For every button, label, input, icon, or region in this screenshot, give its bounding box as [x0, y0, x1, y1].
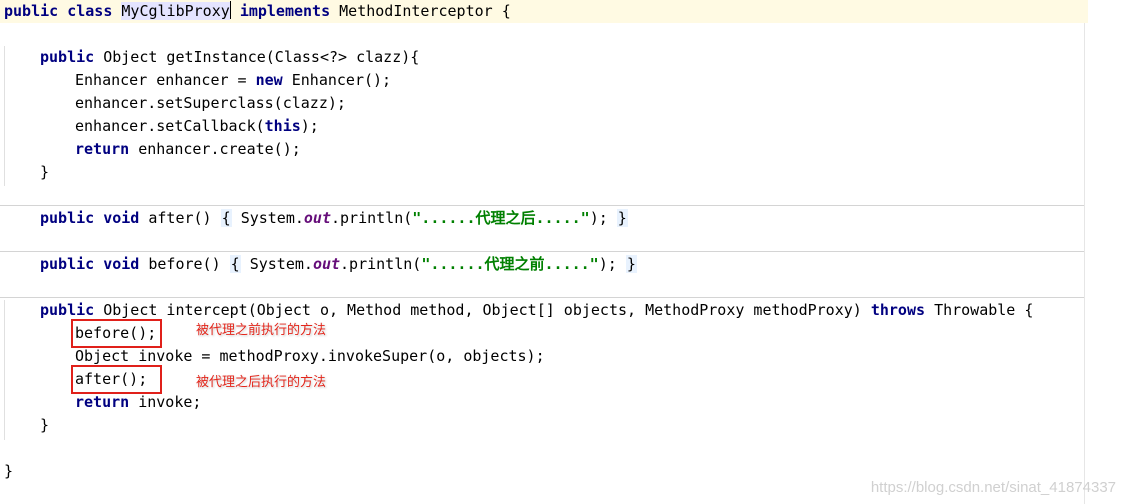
highlight-box-after [71, 365, 162, 394]
code-text: ); [598, 255, 617, 273]
method-name: after() [148, 209, 212, 227]
keyword: void [103, 209, 140, 227]
method-separator [0, 205, 1084, 206]
code-text: } [4, 462, 14, 480]
keyword: return [75, 140, 130, 158]
method-separator [0, 297, 1084, 298]
code-line[interactable]: enhancer.setCallback(this); [0, 115, 1126, 138]
code-line[interactable]: Object invoke = methodProxy.invokeSuper(… [0, 345, 1126, 368]
static-field: out [303, 209, 331, 227]
code-line-class-declaration[interactable]: public class MyCglibProxy implements Met… [0, 0, 1088, 23]
code-text: System. [249, 255, 313, 273]
code-text: invoke; [138, 393, 202, 411]
keyword: public [40, 48, 95, 66]
code-line-after-method[interactable]: public void after() { System.out.println… [0, 207, 1124, 230]
code-text: .println( [340, 255, 422, 273]
highlight-box-before [71, 319, 162, 348]
code-line-intercept-method[interactable]: public Object intercept(Object o, Method… [0, 299, 1124, 322]
code-line-after-call[interactable]: after(); [0, 368, 1126, 391]
keyword: new [255, 71, 283, 89]
folded-brace[interactable]: } [625, 255, 637, 273]
method-signature: Object intercept(Object o, Method method… [103, 301, 862, 319]
code-line[interactable]: Enhancer enhancer = new Enhancer(); [0, 69, 1126, 92]
code-line-before-call[interactable]: before(); [0, 322, 1126, 345]
method-separator [0, 251, 1084, 252]
keyword: throws [870, 301, 926, 319]
annotation-after: 被代理之后执行的方法 [196, 375, 327, 390]
code-text: .println( [331, 209, 413, 227]
text-caret [229, 1, 231, 19]
keyword: class [67, 2, 113, 20]
keyword: implements [239, 2, 331, 20]
code-line[interactable]: } [0, 161, 1124, 184]
code-text: ); [589, 209, 608, 227]
code-line-before-method[interactable]: public void before() { System.out.printl… [0, 253, 1124, 276]
folded-brace[interactable]: } [616, 209, 628, 227]
class-name[interactable]: MyCglibProxy [121, 2, 230, 20]
code-text: Throwable { [934, 301, 1034, 319]
code-text: Enhancer(); [291, 71, 392, 89]
code-text: System. [240, 209, 304, 227]
code-line-getinstance[interactable]: public Object getInstance(Class<?> clazz… [0, 46, 1124, 69]
code-text: Object invoke = methodProxy.invokeSuper(… [75, 347, 545, 365]
code-text: ); [300, 117, 319, 135]
folded-brace[interactable]: { [220, 209, 232, 227]
interface-name: MethodInterceptor { [339, 2, 511, 20]
keyword: public [40, 209, 95, 227]
code-editor[interactable]: public class MyCglibProxy implements Met… [0, 0, 1126, 504]
keyword: return [75, 393, 130, 411]
code-text: enhancer.create(); [138, 140, 301, 158]
code-line[interactable]: return invoke; [0, 391, 1126, 414]
keyword: public [4, 2, 59, 20]
string-literal: "......代理之后....." [412, 209, 590, 227]
method-signature: Object getInstance(Class<?> clazz){ [103, 48, 420, 66]
annotation-before: 被代理之前执行的方法 [196, 323, 327, 338]
keyword: void [103, 255, 140, 273]
code-text: } [40, 163, 50, 181]
method-name: before() [148, 255, 221, 273]
static-field: out [312, 255, 341, 273]
code-line[interactable]: enhancer.setSuperclass(clazz); [0, 92, 1126, 115]
code-text: } [40, 416, 50, 434]
code-text: Enhancer enhancer = [75, 71, 256, 89]
string-literal: "......代理之前....." [421, 255, 599, 273]
folded-brace[interactable]: { [229, 255, 241, 273]
code-text: enhancer.setCallback( [75, 117, 265, 135]
code-text: enhancer.setSuperclass(clazz); [75, 94, 346, 112]
keyword: this [264, 117, 301, 135]
keyword: public [40, 255, 95, 273]
watermark: https://blog.csdn.net/sinat_41874337 [870, 479, 1116, 496]
keyword: public [40, 301, 95, 319]
code-line[interactable]: } [0, 414, 1124, 437]
code-line[interactable]: return enhancer.create(); [0, 138, 1126, 161]
